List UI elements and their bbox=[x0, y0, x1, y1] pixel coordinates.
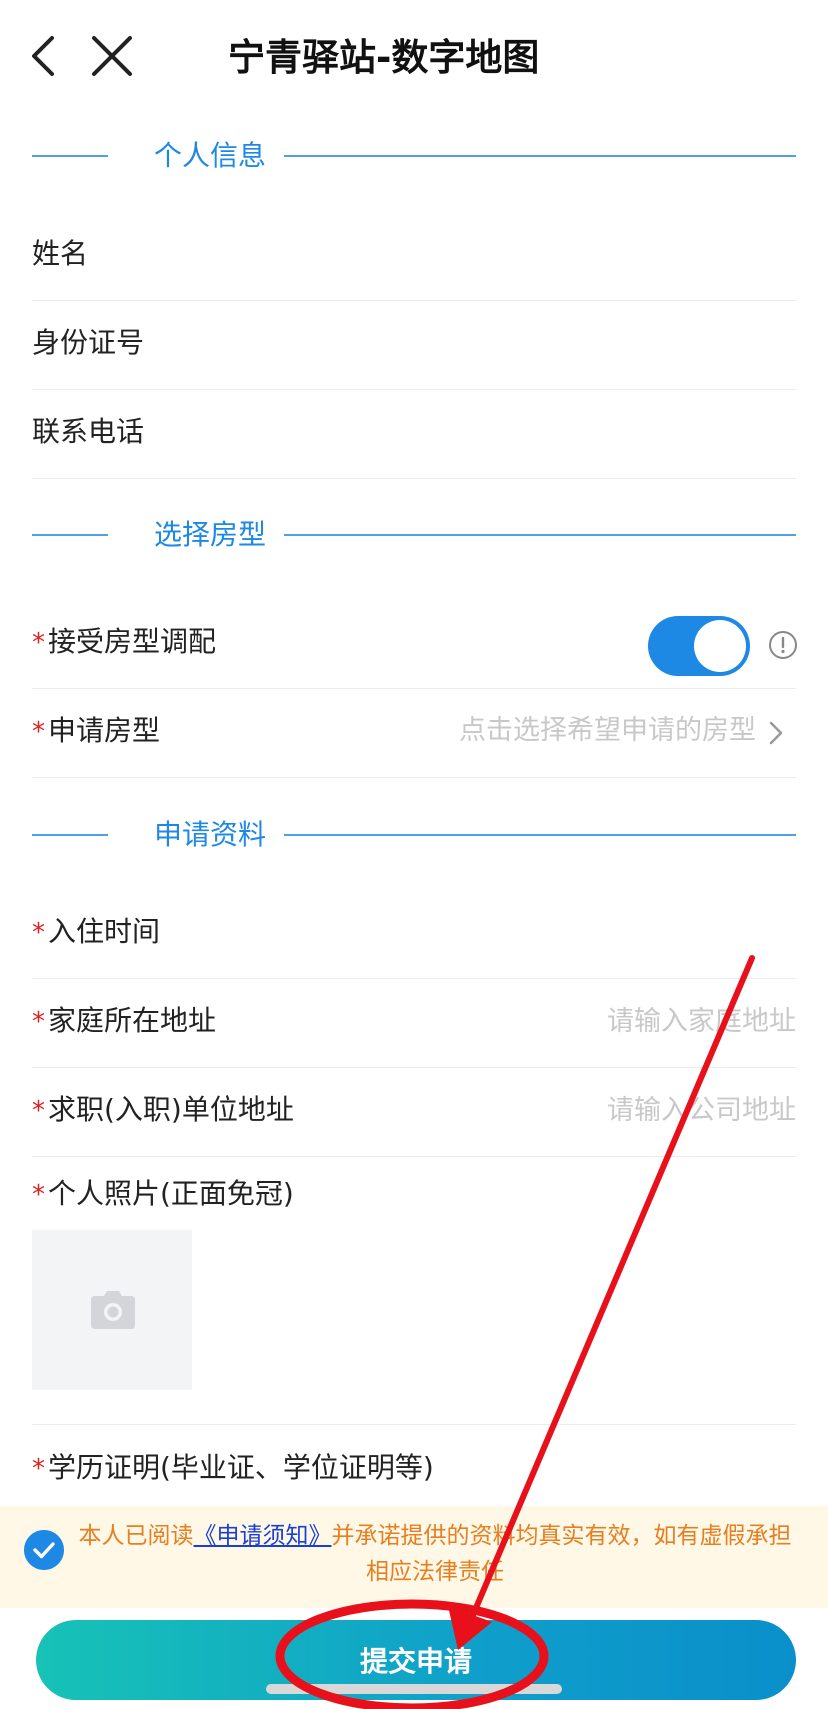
work-address-row: * 求职(入职)单位地址 bbox=[32, 1068, 796, 1157]
work-address-text: 求职(入职)单位地址 bbox=[48, 1093, 294, 1126]
divider-line bbox=[32, 834, 108, 836]
agreement-text-before: 本人已阅读 bbox=[78, 1523, 194, 1549]
home-indicator bbox=[266, 1684, 562, 1694]
section-header-personal: 个人信息 bbox=[32, 136, 796, 176]
accept-room-adjust-row: * 接受房型调配 bbox=[32, 600, 798, 689]
id-number-label: 身份证号 bbox=[32, 326, 145, 359]
toggle-knob bbox=[694, 620, 746, 672]
name-input[interactable] bbox=[376, 230, 796, 278]
room-type-row[interactable]: * 申请房型 点击选择希望申请的房型 bbox=[32, 689, 796, 778]
education-proof-label: * 学历证明(毕业证、学位证明等) bbox=[32, 1446, 434, 1490]
home-address-label: * 家庭所在地址 bbox=[32, 999, 216, 1043]
top-nav-bar: 宁青驿站-数字地图 bbox=[0, 0, 828, 115]
home-address-input[interactable] bbox=[376, 997, 796, 1045]
agreement-text: 本人已阅读《申请须知》并承诺提供的资料均真实有效，如有虚假承担相应法律责任 bbox=[72, 1518, 798, 1590]
section-title: 选择房型 bbox=[153, 518, 266, 551]
work-address-label: * 求职(入职)单位地址 bbox=[32, 1088, 294, 1132]
back-icon[interactable] bbox=[18, 30, 70, 82]
phone-label: 联系电话 bbox=[32, 415, 145, 448]
photo-label: * 个人照片(正面免冠) bbox=[32, 1172, 294, 1216]
work-address-input[interactable] bbox=[376, 1086, 796, 1134]
home-address-text: 家庭所在地址 bbox=[48, 1004, 217, 1037]
home-address-row: * 家庭所在地址 bbox=[32, 979, 796, 1068]
chevron-right-icon bbox=[769, 721, 783, 745]
section-header-materials: 申请资料 bbox=[32, 815, 796, 855]
accept-room-adjust-text: 接受房型调配 bbox=[48, 625, 217, 658]
phone-row: 联系电话 bbox=[32, 390, 796, 479]
name-label: 姓名 bbox=[32, 237, 89, 270]
agreement-checkbox-icon[interactable] bbox=[24, 1530, 64, 1570]
room-type-text: 申请房型 bbox=[48, 714, 161, 747]
info-icon[interactable] bbox=[768, 630, 798, 660]
row-divider bbox=[32, 1424, 796, 1425]
id-number-row: 身份证号 bbox=[32, 301, 796, 390]
section-title: 个人信息 bbox=[153, 139, 266, 172]
section-header-room: 选择房型 bbox=[32, 515, 796, 555]
agreement-bar: 本人已阅读《申请须知》并承诺提供的资料均真实有效，如有虚假承担相应法律责任 bbox=[0, 1506, 828, 1608]
required-mark: * bbox=[32, 717, 45, 747]
divider-line bbox=[32, 534, 108, 536]
application-notice-link[interactable]: 《申请须知》 bbox=[194, 1523, 332, 1549]
camera-icon bbox=[91, 1291, 135, 1329]
room-type-label: * 申请房型 bbox=[32, 709, 160, 753]
checkin-time-row[interactable]: * 入住时间 bbox=[32, 890, 796, 979]
checkin-time-text: 入住时间 bbox=[48, 915, 161, 948]
section-title: 申请资料 bbox=[153, 818, 266, 851]
required-mark: * bbox=[32, 918, 45, 948]
required-mark: * bbox=[32, 1007, 45, 1037]
room-type-placeholder[interactable]: 点击选择希望申请的房型 bbox=[459, 709, 756, 753]
accept-room-adjust-toggle[interactable] bbox=[648, 616, 750, 676]
divider-line bbox=[284, 834, 796, 836]
name-row: 姓名 bbox=[32, 212, 796, 301]
required-mark: * bbox=[32, 628, 45, 658]
close-icon[interactable] bbox=[86, 30, 138, 82]
required-mark: * bbox=[32, 1096, 45, 1126]
photo-upload-slot[interactable] bbox=[32, 1230, 192, 1390]
accept-room-adjust-label: * 接受房型调配 bbox=[32, 620, 216, 664]
id-number-input[interactable] bbox=[376, 319, 796, 367]
divider-line bbox=[284, 155, 796, 157]
page-title: 宁青驿站-数字地图 bbox=[228, 36, 540, 79]
required-mark: * bbox=[32, 1454, 45, 1484]
phone-input[interactable] bbox=[376, 408, 796, 456]
education-proof-text: 学历证明(毕业证、学位证明等) bbox=[48, 1451, 434, 1484]
photo-label-text: 个人照片(正面免冠) bbox=[48, 1177, 294, 1210]
checkin-time-label: * 入住时间 bbox=[32, 910, 160, 954]
divider-line bbox=[32, 155, 108, 157]
agreement-text-after: 并承诺提供的资料均真实有效，如有虚假承担相应法律责任 bbox=[331, 1523, 792, 1585]
divider-line bbox=[284, 534, 796, 536]
required-mark: * bbox=[32, 1180, 45, 1210]
